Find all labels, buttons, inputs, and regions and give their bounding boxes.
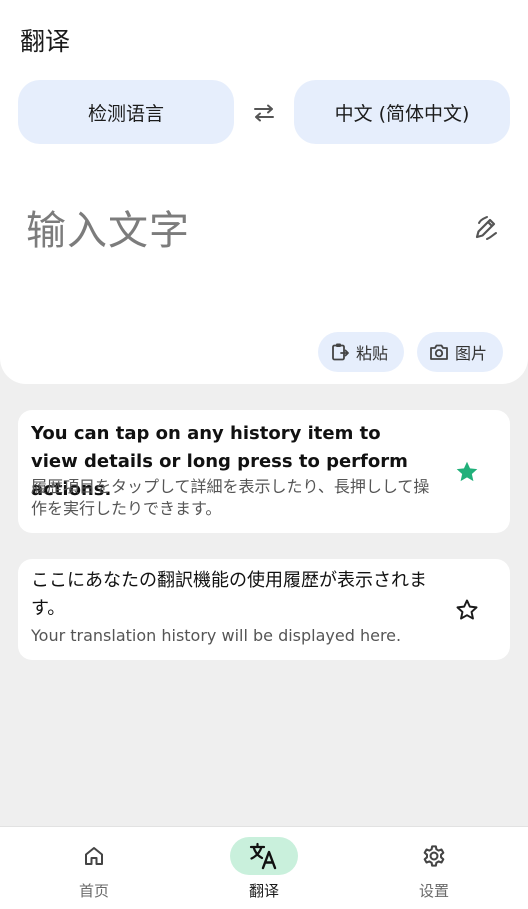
- nav-item-home[interactable]: 首页: [6, 827, 182, 909]
- page-title: 翻译: [20, 27, 71, 56]
- source-language-button[interactable]: 检测语言: [18, 80, 234, 144]
- handwriting-button[interactable]: [468, 210, 504, 246]
- clipboard-icon: [332, 343, 349, 361]
- image-label: 图片: [455, 344, 488, 363]
- bottom-navigation: 首页 翻译 设置: [0, 826, 528, 909]
- nav-item-settings[interactable]: 设置: [346, 827, 522, 909]
- home-icon: [85, 847, 103, 865]
- history-source-text: ここにあなたの翻訳機能の使用履歴が表示されます。: [31, 570, 427, 619]
- history-translated-text: Your translation history will be display…: [31, 626, 402, 645]
- paste-button[interactable]: 粘贴: [318, 332, 404, 372]
- star-filled-icon: [456, 461, 478, 482]
- history-item[interactable]: You can tap on any history item to view …: [18, 410, 510, 533]
- nav-icon-container: [400, 837, 468, 875]
- translate-screen: 翻译 检测语言 中文 (简体中文) 输入文字 粘贴 图片 You can tap…: [0, 0, 528, 909]
- swap-languages-button[interactable]: [248, 100, 280, 126]
- paste-label: 粘贴: [356, 344, 389, 363]
- nav-label-settings: 设置: [418, 882, 449, 900]
- image-button[interactable]: 图片: [417, 332, 503, 372]
- pen-icon: [475, 216, 497, 240]
- camera-icon: [430, 344, 448, 360]
- swap-arrows-icon: [254, 104, 274, 122]
- target-language-button[interactable]: 中文 (简体中文): [294, 80, 510, 144]
- translate-icon: [249, 842, 277, 870]
- text-input[interactable]: 输入文字: [26, 198, 446, 308]
- history-item[interactable]: ここにあなたの翻訳機能の使用履歴が表示されます。 Your translatio…: [18, 559, 510, 660]
- nav-icon-container: [60, 837, 128, 875]
- favorite-button[interactable]: [452, 457, 482, 487]
- favorite-button[interactable]: [452, 595, 482, 625]
- nav-item-translate[interactable]: 翻译: [176, 827, 352, 909]
- translate-panel: 翻译 检测语言 中文 (简体中文) 输入文字 粘贴 图片: [0, 0, 528, 384]
- gear-icon: [423, 845, 445, 867]
- nav-label-home: 首页: [78, 882, 109, 900]
- nav-label-translate: 翻译: [248, 882, 279, 900]
- star-outline-icon: [456, 599, 478, 620]
- history-translated-text: 履歴項目をタップして詳細を表示したり、長押しして操作を実行したりできます。: [31, 477, 430, 518]
- nav-icon-container: [230, 837, 298, 875]
